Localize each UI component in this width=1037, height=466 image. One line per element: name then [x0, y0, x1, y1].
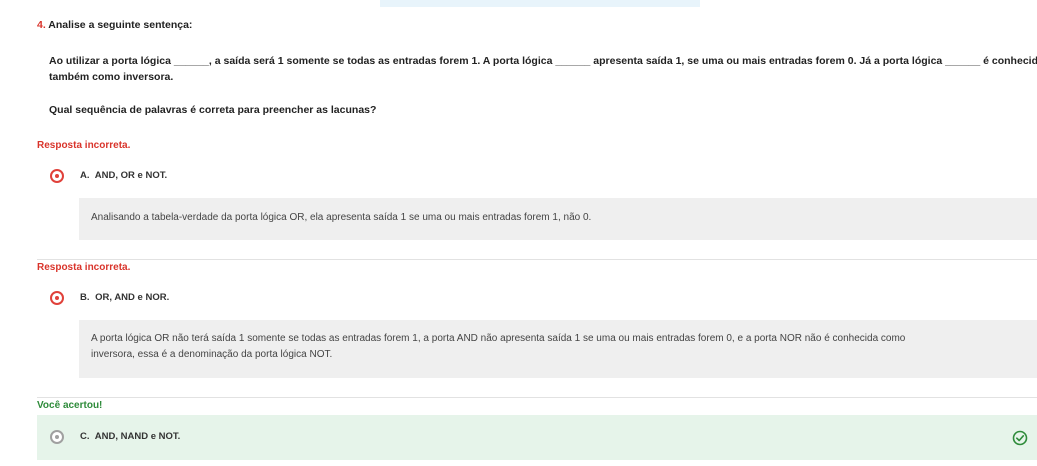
answer-c-status: Você acertou!	[37, 400, 103, 411]
answer-a-label: AND, OR e NOT.	[94, 170, 168, 181]
question-header-text: Analise a seguinte sentença:	[48, 19, 193, 31]
top-tab-strip	[380, 0, 700, 7]
answer-b-option[interactable]: B. OR, AND e NOR.	[80, 292, 169, 303]
answer-b-feedback: A porta lógica OR não terá saída 1 somen…	[79, 320, 1037, 378]
answer-a-status: Resposta incorreta.	[37, 140, 131, 151]
radio-selected-icon[interactable]	[50, 430, 64, 444]
answer-b-feedback-line1: A porta lógica OR não terá saída 1 somen…	[91, 333, 906, 344]
question-text-line1: Ao utilizar a porta lógica ______, a saí…	[49, 55, 1037, 67]
question-text-line2: também como inversora.	[49, 71, 174, 83]
answer-b-letter: B.	[80, 292, 90, 303]
radio-selected-icon[interactable]	[50, 291, 64, 305]
correct-answer-box	[37, 415, 1037, 460]
answer-c-letter: C.	[80, 431, 90, 442]
radio-selected-icon[interactable]	[50, 169, 64, 183]
check-circle-icon	[1012, 430, 1028, 446]
question-number: 4.	[37, 19, 46, 31]
question-header: 4. Analise a seguinte sentença:	[37, 19, 192, 31]
answer-b-label: OR, AND e NOR.	[95, 292, 170, 303]
answer-c-option[interactable]: C. AND, NAND e NOT.	[80, 431, 180, 442]
divider	[37, 259, 1037, 260]
answer-a-option[interactable]: A. AND, OR e NOT.	[80, 170, 167, 181]
divider	[37, 397, 1037, 398]
answer-b-status: Resposta incorreta.	[37, 262, 131, 273]
answer-b-feedback-line2: inversora, essa é a denominação da porta…	[91, 349, 333, 360]
question-text: Ao utilizar a porta lógica ______, a saí…	[49, 53, 1037, 85]
answer-a-feedback: Analisando a tabela-verdade da porta lóg…	[79, 198, 1037, 240]
answer-a-letter: A.	[80, 170, 90, 181]
answer-c-label: AND, NAND e NOT.	[94, 431, 181, 442]
question-prompt: Qual sequência de palavras é correta par…	[49, 104, 377, 116]
